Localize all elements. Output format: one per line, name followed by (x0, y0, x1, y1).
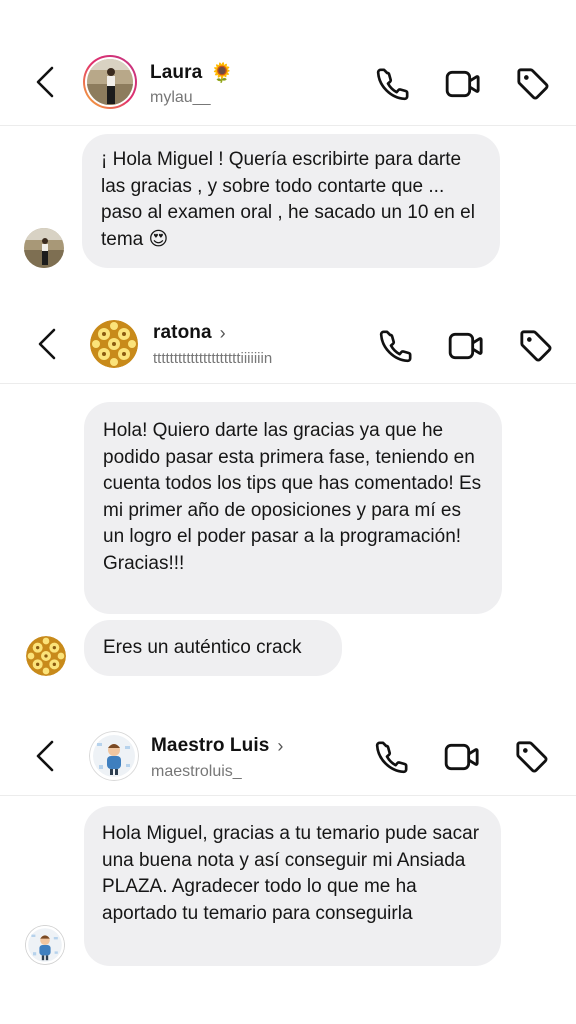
video-call-button[interactable] (443, 64, 483, 104)
sender-avatar[interactable] (26, 636, 66, 676)
chevron-left-icon (36, 66, 54, 98)
contact-name-text: ratona (153, 322, 212, 343)
chat-ratona: ratona › tttttttttttttttttttttiiiiiiin H… (0, 302, 576, 682)
contact-name-text: Laura (150, 62, 203, 83)
back-button[interactable] (30, 64, 64, 100)
chevron-left-icon (36, 740, 54, 772)
chevron-right-icon: › (219, 322, 226, 343)
tag-button[interactable] (516, 326, 556, 366)
conversation-header: ratona › tttttttttttttttttttttiiiiiiin (0, 302, 576, 384)
video-camera-icon (445, 70, 480, 98)
header-divider (0, 795, 576, 796)
contact-username: tttttttttttttttttttttiiiiiiin (153, 350, 273, 367)
call-button[interactable] (376, 326, 416, 366)
back-button[interactable] (32, 326, 66, 362)
contact-name[interactable]: ratona › (153, 322, 226, 344)
tag-icon (520, 330, 552, 362)
video-camera-icon (448, 332, 483, 360)
video-call-button[interactable] (446, 326, 486, 366)
tag-button[interactable] (512, 737, 552, 777)
video-camera-icon (444, 743, 479, 771)
contact-username: maestroluis_ (151, 763, 242, 780)
conversation-header: Laura 🌻 mylau__ (0, 42, 576, 126)
tag-icon (517, 68, 549, 100)
conversation-header: Maestro Luis › maestroluis_ (0, 716, 576, 796)
avatar[interactable] (89, 731, 139, 781)
avatar[interactable] (90, 320, 138, 368)
contact-username: mylau__ (150, 89, 211, 106)
sender-avatar[interactable] (24, 228, 64, 268)
message-bubble[interactable]: Hola! Quiero darte las gracias ya que he… (84, 402, 502, 614)
contact-name[interactable]: Maestro Luis › (151, 735, 284, 757)
chat-laura: Laura 🌻 mylau__ ¡ Hola Miguel ! Quería e… (0, 42, 576, 287)
tag-icon (516, 741, 548, 773)
contact-name-text: Maestro Luis (151, 735, 270, 756)
chat-maestro-luis: Maestro Luis › maestroluis_ Hola Miguel,… (0, 716, 576, 976)
sender-avatar[interactable] (25, 925, 65, 965)
tag-button[interactable] (513, 64, 553, 104)
video-call-button[interactable] (442, 737, 482, 777)
contact-name[interactable]: Laura 🌻 (150, 61, 234, 85)
message-bubble[interactable]: Hola Miguel, gracias a tu temario pude s… (84, 806, 501, 966)
message-bubble[interactable]: Eres un auténtico crack (84, 620, 342, 676)
chevron-right-icon: › (277, 735, 284, 756)
phone-icon (375, 741, 408, 774)
avatar-with-story-ring[interactable] (82, 54, 138, 110)
sunflower-emoji: 🌻 (210, 63, 235, 84)
chevron-left-icon (38, 328, 56, 360)
header-divider (0, 383, 576, 384)
call-button[interactable] (372, 737, 412, 777)
back-button[interactable] (30, 738, 64, 774)
header-divider (0, 125, 576, 126)
phone-icon (379, 330, 412, 363)
call-button[interactable] (373, 64, 413, 104)
phone-icon (376, 68, 409, 101)
message-bubble[interactable]: ¡ Hola Miguel ! Quería escribirte para d… (82, 134, 500, 268)
